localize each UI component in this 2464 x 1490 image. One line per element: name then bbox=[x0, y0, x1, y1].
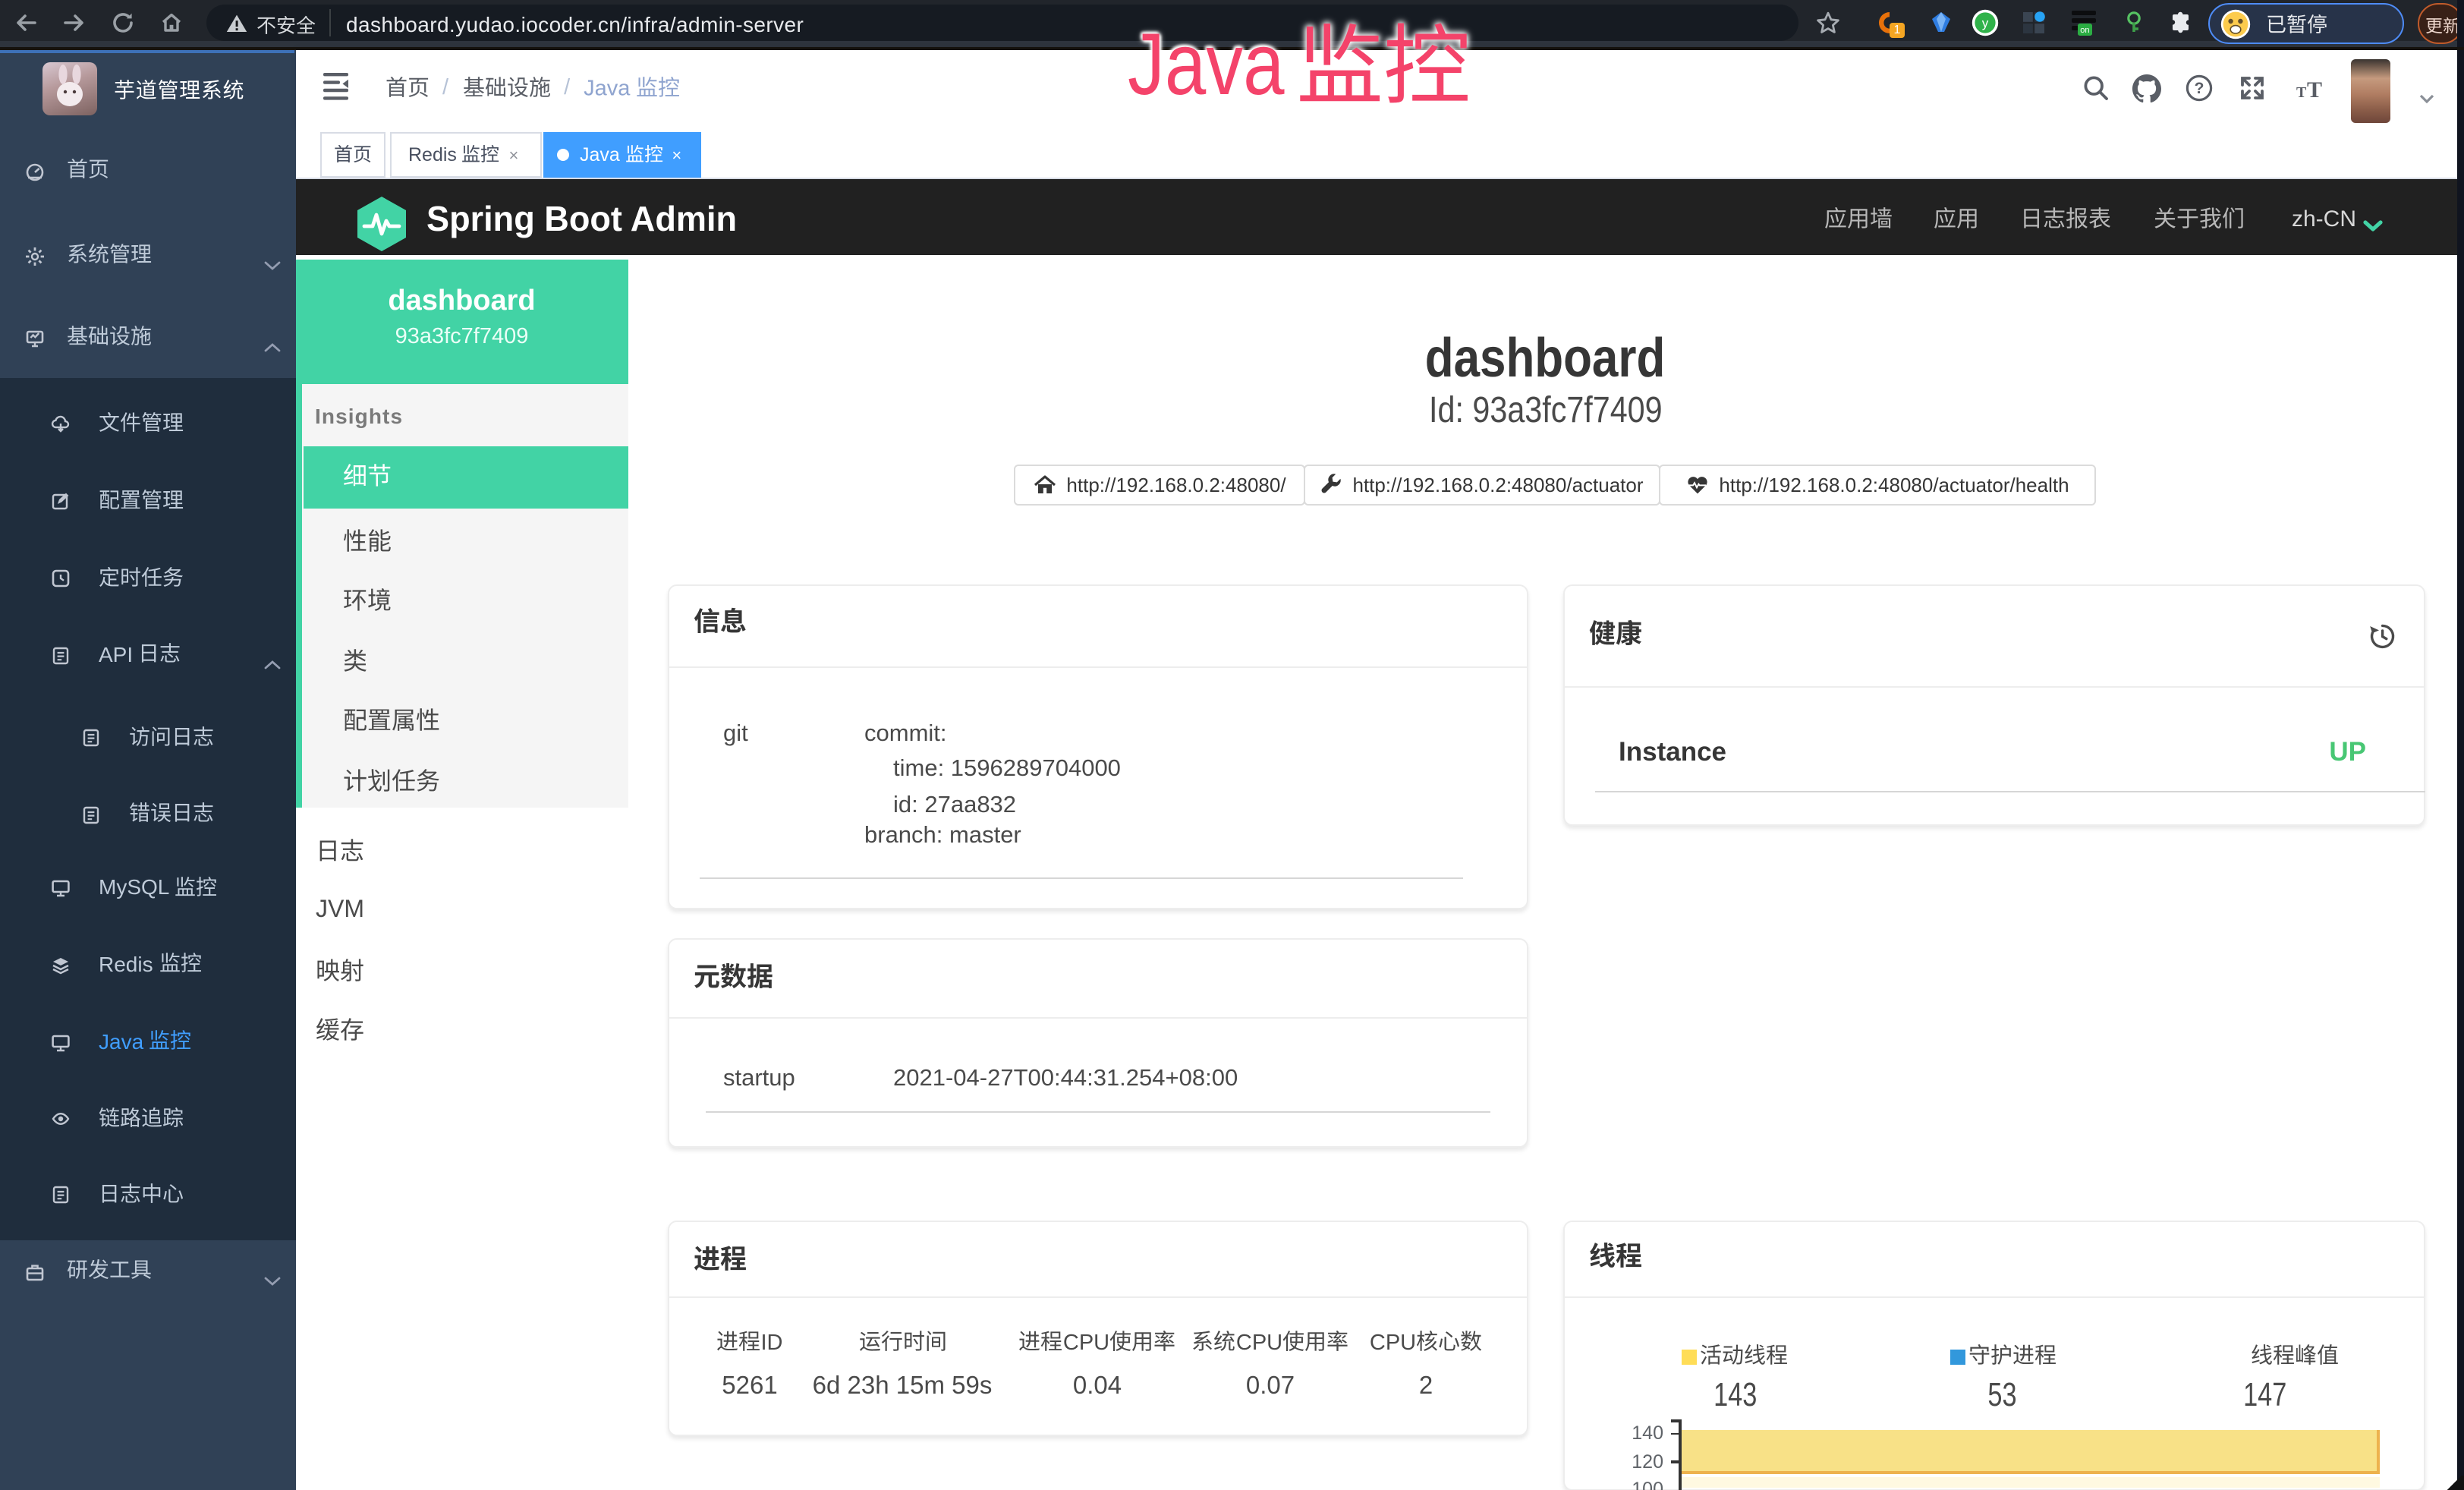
svg-text:y: y bbox=[1982, 16, 1989, 30]
svg-text:T: T bbox=[2306, 77, 2321, 102]
svg-text:T: T bbox=[2296, 84, 2306, 101]
svg-text:?: ? bbox=[2195, 80, 2204, 97]
svg-text:on: on bbox=[2080, 26, 2089, 35]
